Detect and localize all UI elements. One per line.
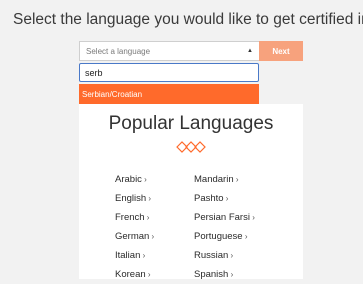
popular-languages-card: Popular Languages Arabic English French … [79, 104, 303, 280]
language-link-english[interactable]: English [115, 189, 154, 208]
popular-languages-title: Popular Languages [108, 113, 274, 134]
language-search-input[interactable]: serb [79, 63, 259, 82]
language-link-mandarin[interactable]: Mandarin [194, 170, 255, 189]
caret-up-icon: ▲ [247, 48, 253, 54]
language-link-portuguese[interactable]: Portuguese [194, 227, 255, 246]
next-button[interactable]: Next [259, 41, 303, 61]
language-link-korean[interactable]: Korean [115, 265, 154, 284]
language-select-row: Select a language ▲ Next [79, 41, 303, 61]
language-link-pashto[interactable]: Pashto [194, 189, 255, 208]
popular-languages-right-column: Mandarin Pashto Persian Farsi Portuguese… [194, 170, 255, 284]
language-link-persian-farsi[interactable]: Persian Farsi [194, 208, 255, 227]
page-prompt: Select the language you would like to ge… [13, 11, 363, 28]
language-link-french[interactable]: French [115, 208, 154, 227]
language-link-spanish[interactable]: Spanish [194, 265, 255, 284]
language-select[interactable]: Select a language ▲ [79, 41, 259, 61]
dropdown-option-serbian-croatian[interactable]: Serbian/Croatian [79, 84, 259, 104]
language-link-italian[interactable]: Italian [115, 246, 154, 265]
diamond-ornament-icon [176, 141, 206, 153]
popular-languages-left-column: Arabic English French German Italian Kor… [115, 170, 154, 284]
language-link-arabic[interactable]: Arabic [115, 170, 154, 189]
language-link-german[interactable]: German [115, 227, 154, 246]
language-link-russian[interactable]: Russian [194, 246, 255, 265]
language-select-placeholder: Select a language [86, 46, 151, 56]
